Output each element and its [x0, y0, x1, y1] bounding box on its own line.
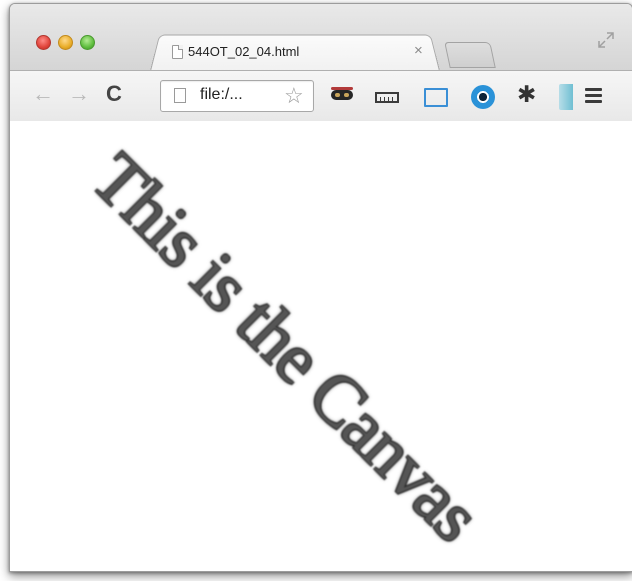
- frame-icon[interactable]: [424, 88, 448, 107]
- browser-tab-content: 544OT_02_04.html ×: [150, 32, 438, 70]
- document-icon: [172, 45, 183, 59]
- page-icon: [174, 88, 186, 103]
- reload-button[interactable]: C: [106, 83, 122, 105]
- back-button[interactable]: ←: [32, 83, 54, 105]
- zoom-window-button[interactable]: [80, 35, 95, 50]
- close-window-button[interactable]: [36, 35, 51, 50]
- menu-icon[interactable]: [585, 88, 602, 104]
- tab-icon[interactable]: [559, 84, 573, 110]
- forward-button[interactable]: →: [68, 83, 90, 105]
- fullscreen-icon[interactable]: [597, 31, 615, 49]
- tab-title: 544OT_02_04.html: [188, 44, 300, 59]
- bookmark-star-icon[interactable]: ☆: [284, 83, 304, 109]
- browser-window: 544OT_02_04.html × ← → C file:/... ☆ ✱ T…: [9, 3, 632, 572]
- page-viewport: This is the Canvas: [10, 121, 632, 571]
- title-bar: 544OT_02_04.html ×: [10, 4, 632, 71]
- new-tab-button[interactable]: [444, 42, 496, 68]
- gear-icon[interactable]: ✱: [517, 81, 536, 108]
- ruler-icon[interactable]: [375, 92, 399, 103]
- address-bar[interactable]: file:/... ☆: [160, 80, 314, 112]
- browser-toolbar: ← → C file:/... ☆ ✱: [10, 70, 632, 122]
- minimize-window-button[interactable]: [58, 35, 73, 50]
- tab-close-icon[interactable]: ×: [414, 42, 423, 59]
- mask-icon[interactable]: [331, 90, 353, 100]
- canvas-rotated-text: This is the Canvas: [76, 137, 496, 557]
- address-text[interactable]: file:/...: [200, 86, 243, 104]
- eye-icon[interactable]: [471, 85, 495, 109]
